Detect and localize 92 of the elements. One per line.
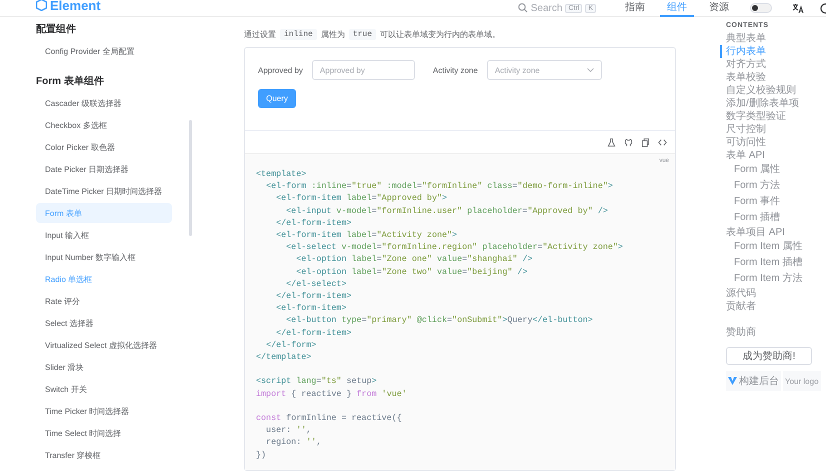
sponsors-heading: 赞助商 <box>726 326 757 339</box>
copy-icon[interactable] <box>641 138 650 146</box>
code-line: </el-form-item> <box>275 290 353 302</box>
field-label: Activity zone <box>432 66 478 74</box>
code-line: <el-option label="Zone one" value="shanghai" /> <box>295 253 534 266</box>
sidebar-item[interactable]: Input 输入框 <box>36 225 172 245</box>
sidebar-item[interactable]: Rate 评分 <box>36 291 172 311</box>
sidebar-item[interactable]: Switch 开关 <box>36 379 172 399</box>
inline-code: inline <box>280 28 317 40</box>
scrollbar[interactable] <box>189 120 192 236</box>
sidebar-item[interactable]: Checkbox 多选框 <box>36 115 172 135</box>
code-line: </el-form> <box>265 338 318 352</box>
sidebar-item[interactable]: Input Number 数字输入框 <box>36 247 172 267</box>
code-line: <el-form-item label="Activity zone"> <box>275 229 458 242</box>
sidebar-item[interactable]: Time Select 时间选择 <box>36 423 172 443</box>
sidebar-item[interactable]: Radio 单选框 <box>36 269 172 289</box>
sidebar-item[interactable]: Slider 滑块 <box>36 357 172 377</box>
toc-link[interactable]: 可访问性 <box>726 136 826 149</box>
toc-link[interactable]: 源代码 <box>726 287 826 300</box>
sidebar-item[interactable]: Config Provider 全局配置 <box>36 41 172 61</box>
toc-link[interactable]: Form Item 属性 <box>726 239 826 255</box>
toc-link[interactable]: Form Item 插槽 <box>726 255 826 271</box>
shield-logo-icon <box>36 0 47 11</box>
code-line: </el-select> <box>285 278 348 290</box>
intro-text: 可以让表单域变为行内的表单域。 <box>380 28 500 40</box>
sidebar-item[interactable]: Transfer 穿梭框 <box>36 445 172 465</box>
sponsor-logo[interactable]: 构建后台 <box>726 371 781 391</box>
flask-icon[interactable] <box>607 138 616 146</box>
toc-link[interactable]: 自定义校验规则 <box>726 84 826 97</box>
become-sponsor-button[interactable]: 成为赞助商! <box>726 347 812 365</box>
sidebar-item[interactable]: Time Picker 时间选择器 <box>36 401 172 421</box>
intro-text: 属性为 <box>320 28 345 40</box>
toc-link[interactable]: Form 属性 <box>726 162 826 178</box>
nav-tab[interactable]: 组件 <box>660 0 694 16</box>
query-button[interactable]: Query <box>258 89 296 108</box>
code-icon[interactable] <box>658 138 667 146</box>
code-line: import { reactive } from 'vue' <box>256 388 408 400</box>
toc-link[interactable]: Form 插槽 <box>726 210 826 226</box>
code-line: user: '', <box>265 424 312 436</box>
code-line: <el-select v-model="formInline.region" placeholder="Activity zone"> <box>285 241 624 254</box>
sidebar-item[interactable]: Color Picker 取色器 <box>36 137 172 157</box>
toc-link[interactable]: Form 事件 <box>726 194 826 210</box>
intro-text: 通过设置 <box>244 28 276 40</box>
code-line: region: '', <box>265 436 322 449</box>
search-field[interactable]: Search <box>530 2 562 14</box>
sidebar-heading: Form 表单组件 <box>36 74 105 89</box>
toc-link[interactable]: 表单 API <box>726 149 826 162</box>
logo-text: Element <box>50 0 101 12</box>
toc-link[interactable]: 典型表单 <box>726 32 826 45</box>
toc-link[interactable]: 对齐方式 <box>726 58 826 71</box>
code-line: const formInline = reactive({ <box>256 412 403 424</box>
translate-icon[interactable] <box>792 2 804 14</box>
toc-link[interactable]: 贡献者 <box>726 300 826 313</box>
sidebar-item[interactable]: Form 表单 <box>36 203 172 223</box>
sidebar-heading: 配置组件 <box>36 22 77 37</box>
sidebar-item[interactable]: Virtualized Select 虚拟化选择器 <box>36 335 172 355</box>
select-field[interactable]: Activity zone <box>486 60 602 80</box>
code-line: </el-form-item> <box>275 326 353 339</box>
chevron-down-icon <box>586 68 594 72</box>
code-line: }) <box>256 448 268 461</box>
sidebar-item[interactable]: DateTime Picker 日期时间选择器 <box>36 181 172 201</box>
toc-link[interactable]: 表单项目 API <box>726 226 826 239</box>
theme-switch[interactable] <box>750 3 772 13</box>
toc-link[interactable]: Form Item 方法 <box>726 271 826 287</box>
code-line: <template> <box>256 168 308 180</box>
toc-link[interactable]: 数字类型验证 <box>726 110 826 123</box>
toc-link[interactable]: 添加/删除表单项 <box>726 97 826 110</box>
v-logo-icon <box>728 377 737 385</box>
sidebar-item[interactable]: Cascader 级联选择器 <box>36 93 172 113</box>
nav-tab[interactable]: 指南 <box>618 0 652 16</box>
code-line: <el-form-item> <box>275 302 348 314</box>
toc-link[interactable]: 尺寸控制 <box>726 123 826 136</box>
logo[interactable]: Element <box>36 0 101 12</box>
code-line: </template> <box>256 351 312 364</box>
code-line: </el-form-item> <box>275 216 353 230</box>
code-line: <el-form-item label="Approved by"> <box>275 192 448 205</box>
sidebar-item[interactable]: Date Picker 日期选择器 <box>36 159 172 179</box>
toc-link[interactable]: 表单校验 <box>726 71 826 84</box>
search-icon[interactable] <box>518 3 528 13</box>
input-field[interactable]: Approved by <box>312 60 415 80</box>
code-line: <el-option label="Zone two" value="beijing" /> <box>295 266 528 278</box>
field-label: Approved by <box>258 66 303 74</box>
toc-link[interactable]: Form 方法 <box>726 178 826 194</box>
code-line: <el-form :inline="true" :model="formInline" class="demo-form-inline"> <box>265 180 614 192</box>
code-line: <el-input v-model="formInline.user" placeholder="Approved by" /> <box>285 204 609 217</box>
inline-code: true <box>348 28 376 40</box>
sponsor-logo[interactable]: Your logo <box>783 371 821 391</box>
toc-link[interactable]: 行内表单 <box>720 45 766 58</box>
code-line: <el-button type="primary" @click="onSubmit">Query</el-button> <box>285 314 594 327</box>
sidebar-item[interactable]: Select 选择器 <box>36 313 172 333</box>
nav-tab[interactable]: 资源 <box>702 0 736 16</box>
code-line: <script lang="ts" setup> <box>256 375 378 388</box>
